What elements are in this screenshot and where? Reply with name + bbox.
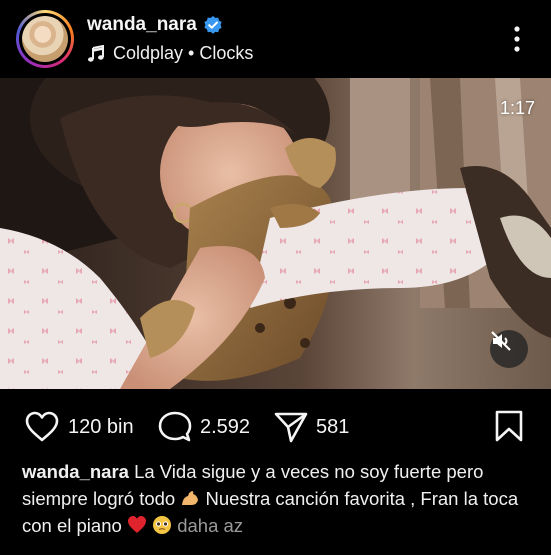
- avatar[interactable]: [16, 10, 74, 68]
- post-caption: wanda_nara La Vida sigue y a veces no so…: [22, 458, 532, 539]
- comment-action[interactable]: 2.592: [158, 411, 250, 443]
- video-player[interactable]: 1:17: [0, 78, 551, 389]
- music-title[interactable]: Coldplay • Clocks: [113, 43, 253, 64]
- video-frame: [0, 78, 551, 389]
- bookmark-icon[interactable]: [494, 410, 524, 442]
- share-action[interactable]: 581: [274, 411, 349, 443]
- music-info[interactable]: Coldplay • Clocks: [87, 43, 253, 64]
- like-count[interactable]: 120 bin: [68, 416, 134, 439]
- muted-speaker-icon: [491, 331, 511, 351]
- username[interactable]: wanda_nara: [87, 14, 223, 36]
- pleading-face-icon: [153, 516, 172, 534]
- avatar-frame: [19, 13, 71, 65]
- post-actions: 120 bin 2.592 581: [0, 389, 551, 461]
- more-options-icon[interactable]: [510, 24, 524, 54]
- avatar-image: [22, 16, 68, 62]
- caption-username[interactable]: wanda_nara: [22, 461, 129, 482]
- music-note-icon: [88, 44, 104, 62]
- comment-icon[interactable]: [158, 411, 192, 443]
- flexed-biceps-icon: [182, 491, 199, 505]
- mute-button[interactable]: [490, 330, 528, 368]
- heart-icon[interactable]: [24, 411, 60, 443]
- share-count[interactable]: 581: [316, 416, 349, 439]
- video-timecode: 1:17: [499, 98, 535, 118]
- comment-count[interactable]: 2.592: [200, 416, 250, 439]
- send-icon[interactable]: [274, 411, 308, 443]
- like-action[interactable]: 120 bin: [24, 411, 134, 443]
- post-header: wanda_nara Coldplay • Clocks: [0, 0, 551, 78]
- username-text[interactable]: wanda_nara: [87, 14, 197, 36]
- show-less-link[interactable]: daha az: [177, 515, 243, 536]
- verified-badge-icon: [204, 16, 222, 34]
- red-heart-icon: [127, 516, 146, 533]
